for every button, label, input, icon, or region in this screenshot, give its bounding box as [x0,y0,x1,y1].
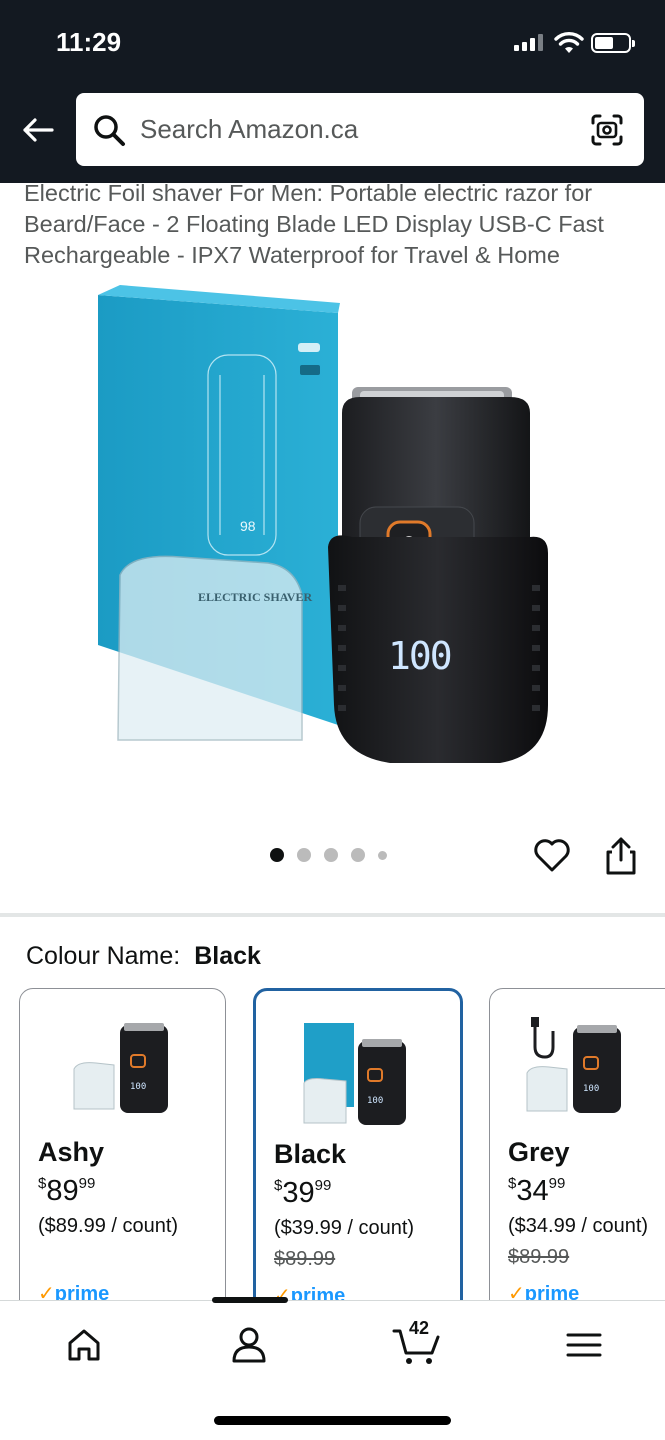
battery-icon [591,33,635,53]
account-icon[interactable] [227,1323,271,1367]
led-display-text: 100 [388,634,451,678]
cart-count-badge: 42 [409,1318,430,1338]
home-icon[interactable] [62,1323,106,1367]
svg-text:100: 100 [583,1084,599,1094]
colour-swatch-ashy[interactable]: 100 Ashy $8999 ($89.99 / count) ✓prime [19,988,226,1318]
svg-text:100: 100 [367,1096,383,1106]
search-input[interactable] [140,114,590,145]
swatch-thumbnail: 100 [303,1023,406,1125]
carousel-dot[interactable] [297,848,311,862]
heart-icon[interactable] [533,836,571,874]
swatch-list-price: $89.99 [508,1246,570,1268]
product-title[interactable]: Electric Foil shaver For Men: Portable e… [24,178,644,271]
colour-swatch-grey[interactable]: 100 Grey $3499 ($34.99 / count) $89.99 ✓… [489,988,665,1318]
menu-icon[interactable] [562,1323,606,1367]
search-bar[interactable] [76,93,644,166]
swatch-thumbnail: 100 [526,1017,621,1113]
swatch-price: $3499 [508,1175,566,1207]
swatch-thumbnail: 100 [73,1023,168,1113]
cellular-signal-icon [514,33,543,51]
colour-selected-value: Black [194,942,261,970]
carousel-dot[interactable] [351,848,365,862]
swatch-price: $3999 [274,1177,332,1209]
swatch-unit-price: ($34.99 / count) [508,1215,649,1237]
svg-text:100: 100 [130,1082,146,1092]
colour-name-label: Colour Name: Black [26,942,261,971]
back-arrow-icon[interactable] [20,112,56,148]
section-divider [0,913,665,917]
swatch-name: Grey [508,1137,570,1167]
swatch-unit-price: ($39.99 / count) [274,1217,415,1239]
swatch-name: Ashy [38,1137,105,1167]
home-indicator [214,1416,451,1425]
status-time: 11:29 [56,27,122,57]
camera-scan-icon[interactable] [590,113,624,147]
colour-label-text: Colour Name: [26,942,181,970]
app-header: 11:29 [0,0,665,183]
wifi-icon [554,32,584,53]
active-tab-indicator [212,1297,288,1303]
image-carousel-dots[interactable] [270,848,387,862]
share-icon[interactable] [603,836,639,876]
carousel-dot[interactable] [378,850,387,860]
search-icon [94,114,125,146]
colour-swatch-black[interactable]: 100 Black $3999 ($39.99 / count) $89.99 … [253,988,463,1318]
swatch-unit-price: ($89.99 / count) [38,1215,179,1237]
carousel-dot[interactable] [324,848,338,862]
swatch-list-price: $89.99 [274,1248,336,1270]
swatch-price: $8999 [38,1175,96,1207]
swatch-name: Black [274,1139,347,1169]
carousel-dot[interactable] [270,848,284,862]
box-label-text: ELECTRIC SHAVER [198,590,312,604]
box-number-text: 98 [240,518,256,534]
product-image[interactable]: 98 ELECTRIC SHAVER 100 [90,285,570,785]
